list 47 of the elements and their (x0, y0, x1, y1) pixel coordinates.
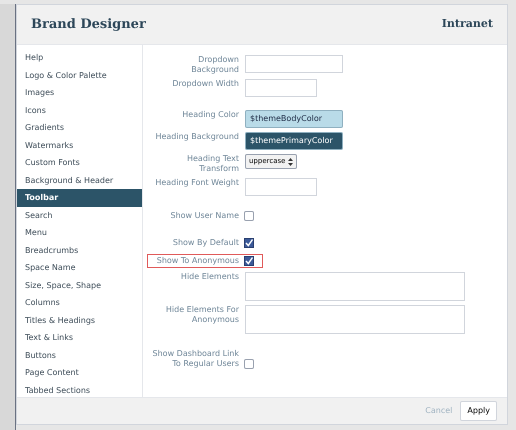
color-field[interactable]: $themePrimaryColor (245, 132, 343, 150)
text-field[interactable] (245, 178, 317, 196)
sidebar-item[interactable]: Tabbed Sections (17, 382, 142, 399)
sidebar-item[interactable]: Text & Links (17, 329, 142, 346)
checkbox[interactable] (244, 359, 254, 369)
field-label: Heading Text Transform (186, 154, 239, 174)
text-area[interactable] (245, 272, 465, 301)
sidebar-item[interactable]: Titles & Headings (17, 312, 142, 329)
field-label: Dropdown Width (171, 79, 239, 89)
sidebar-item[interactable]: Page Content (17, 364, 142, 382)
sidebar-item[interactable]: Space Name (17, 259, 142, 276)
sidebar-item[interactable]: Search (17, 206, 142, 224)
sidebar-item[interactable]: Watermarks (17, 136, 142, 154)
spinner-icon (288, 158, 294, 166)
sidebar-item[interactable]: Background & Header (17, 172, 142, 189)
brand-name: Intranet (442, 16, 493, 32)
apply-button[interactable]: Apply (460, 401, 497, 421)
sidebar-item[interactable]: Toolbar (17, 189, 142, 206)
sidebar-item[interactable]: Logo & Color Palette (17, 66, 142, 84)
dialog-title: Brand Designer (31, 16, 146, 34)
sidebar-item[interactable]: Buttons (17, 346, 142, 364)
color-field[interactable]: $themeBodyColor (245, 110, 343, 128)
field-label: Heading Font Weight (154, 178, 239, 188)
sidebar-item[interactable]: Images (17, 84, 142, 102)
field-label: Heading Color (181, 110, 239, 120)
field-label: Dropdown Background (190, 55, 239, 75)
field-label: Show To Anonymous (156, 256, 239, 266)
sidebar-item[interactable]: Icons (17, 102, 142, 119)
sidebar-item[interactable]: Breadcrumbs (17, 242, 142, 259)
sidebar-item[interactable]: Menu (17, 224, 142, 242)
text-area[interactable] (245, 305, 465, 334)
sidebar-item[interactable]: Gradients (17, 119, 142, 136)
field-label: Show User Name (169, 211, 239, 221)
text-field[interactable] (245, 55, 343, 73)
checkbox[interactable] (244, 211, 254, 221)
text-field[interactable] (245, 79, 317, 97)
field-label: Hide Elements (180, 272, 239, 282)
field-label: Show By Default (172, 238, 239, 248)
sidebar-item[interactable]: Custom Fonts (17, 154, 142, 172)
field-label: Show Dashboard Link To Regular Users (152, 349, 239, 369)
sidebar-item[interactable]: Help (17, 49, 142, 66)
sidebar-item[interactable]: Columns (17, 294, 142, 312)
sidebar-item[interactable]: Size, Space, Shape (17, 276, 142, 294)
checkbox[interactable] (244, 238, 254, 248)
field-label: Heading Background (154, 132, 239, 142)
field-label: Hide Elements For Anonymous (164, 305, 239, 325)
checkbox[interactable] (244, 256, 254, 266)
